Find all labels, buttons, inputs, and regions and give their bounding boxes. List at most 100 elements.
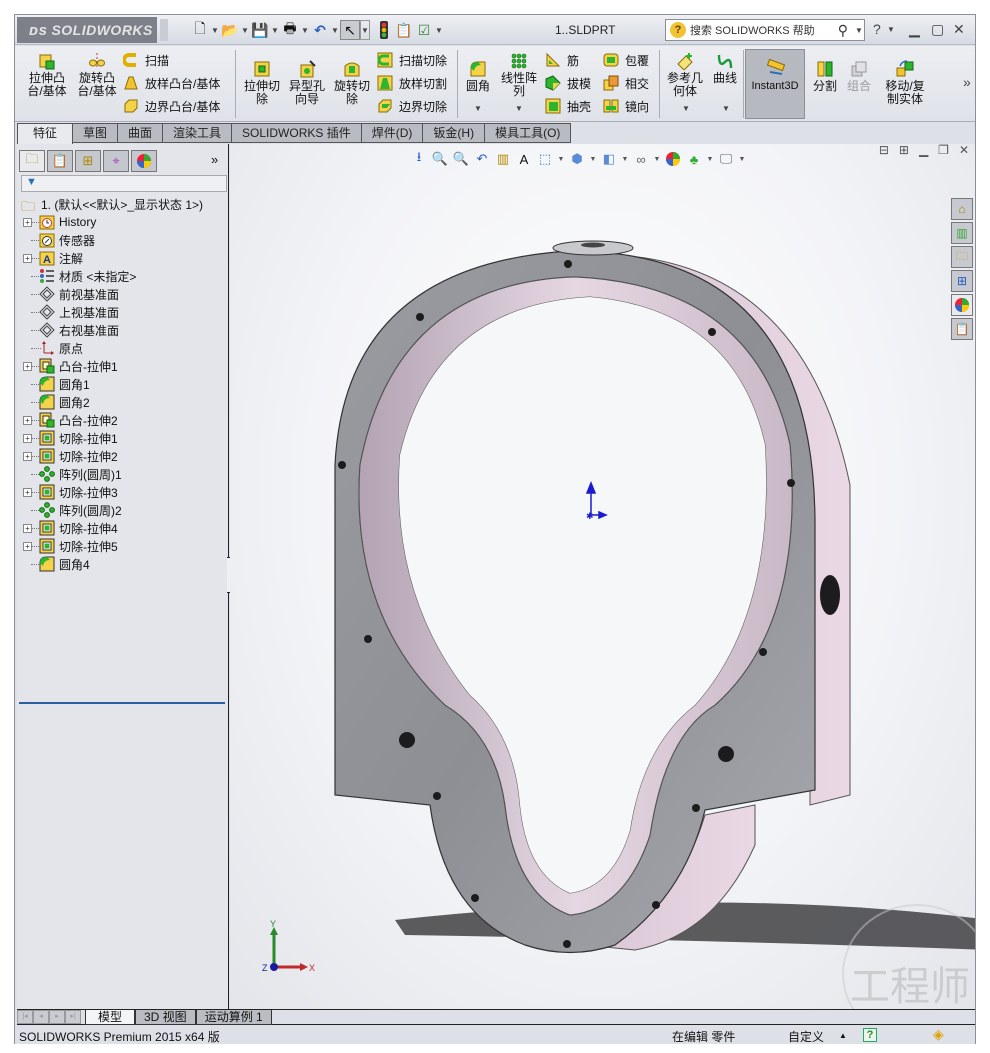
help-dropdown-icon[interactable]: ▼ [887, 25, 895, 34]
propertymanager-tab[interactable]: 📋 [47, 150, 73, 172]
intersect-button[interactable]: 相交 [603, 73, 649, 93]
last-tab-icon[interactable]: ▸| [65, 1010, 81, 1024]
lofted-cut-button[interactable]: 放样切割 [377, 73, 447, 93]
bottom-tab-0[interactable]: 模型 [85, 1010, 135, 1025]
tab-5[interactable]: 焊件(D) [361, 123, 424, 143]
bottom-tab-1[interactable]: 3D 视图 [135, 1010, 196, 1025]
select-icon[interactable]: ↖ [340, 20, 360, 40]
dimxpert-tab[interactable]: ⌖ [103, 150, 129, 172]
tab-0[interactable]: 特征 [17, 123, 73, 144]
dropdown-icon[interactable]: ▼ [854, 26, 864, 35]
tree-root-part[interactable]: 🗀 1. (默认<<默认>_显示状态 1>) [17, 195, 229, 215]
fillet-dropdown-icon[interactable]: ▼ [474, 104, 482, 113]
bottom-tab-2[interactable]: 运动算例 1 [195, 1010, 272, 1025]
tree-item[interactable]: 圆角1 [17, 375, 229, 393]
tree-filter-bar[interactable]: ▼ [21, 175, 227, 192]
instant3d-button[interactable]: Instant3D [745, 49, 805, 119]
part-model[interactable]: ✱ [230, 144, 975, 1009]
tree-item[interactable]: + History [17, 213, 229, 231]
search-icon[interactable]: ⚲ [838, 22, 848, 39]
tree-item[interactable]: 圆角4 [17, 555, 229, 573]
tree-item[interactable]: 阵列(圆周)2 [17, 501, 229, 519]
boundary-boss-button[interactable]: 边界凸台/基体 [123, 96, 220, 116]
tree-item[interactable]: + 切除-拉伸4 [17, 519, 229, 537]
options-icon[interactable]: ☑ [414, 20, 434, 40]
display-manager-tab[interactable] [131, 150, 157, 172]
help-icon[interactable]: ? [873, 21, 881, 37]
dropdown-icon[interactable]: ▼ [210, 26, 220, 35]
dropdown-icon[interactable]: ▼ [270, 26, 280, 35]
help-search-input[interactable]: 搜索 SOLIDWORKS 帮助 [690, 22, 815, 38]
dropdown-icon[interactable]: ▼ [240, 26, 250, 35]
tree-item[interactable]: 上视基准面 [17, 303, 229, 321]
tab-6[interactable]: 钣金(H) [423, 123, 486, 143]
tree-item[interactable]: 材质 <未指定> [17, 267, 229, 285]
configurationmanager-tab[interactable]: ⊞ [75, 150, 101, 172]
tree-item[interactable]: + 切除-拉伸1 [17, 429, 229, 447]
solidworks-resources-tab[interactable]: ⌂ [951, 198, 973, 220]
tree-item[interactable]: + A 注解 [17, 249, 229, 267]
tree-item[interactable]: 圆角2 [17, 393, 229, 411]
sweep-button[interactable]: 扫描 [123, 50, 169, 70]
open-icon[interactable]: 📂 [220, 20, 240, 40]
tree-item[interactable]: + 切除-拉伸2 [17, 447, 229, 465]
rebuild-icon[interactable] [374, 20, 394, 40]
tree-item[interactable]: + 切除-拉伸3 [17, 483, 229, 501]
panel-more-icon[interactable]: » [211, 152, 218, 167]
unit-system[interactable]: 自定义 [788, 1028, 824, 1045]
design-library-tab[interactable]: ▥ [951, 222, 973, 244]
rollback-bar[interactable] [19, 702, 225, 704]
dropdown-icon[interactable]: ▼ [360, 20, 370, 40]
menu-expand-arrow[interactable] [160, 19, 168, 41]
rib-button[interactable]: 筋 [545, 50, 579, 70]
hole-wizard-button[interactable]: 异型孔 向导 [285, 60, 329, 106]
close-icon[interactable]: ✕ [953, 21, 965, 38]
file-properties-icon[interactable]: 📋 [394, 20, 414, 40]
reference-geometry-dropdown-icon[interactable]: ▼ [682, 104, 690, 113]
save-icon[interactable]: 💾 [250, 20, 270, 40]
curves-dropdown-icon[interactable]: ▼ [722, 104, 730, 113]
linear-pattern-button[interactable]: 线性阵 列 [497, 52, 541, 98]
custom-properties-tab[interactable]: 📋 [951, 318, 973, 340]
extruded-boss-button[interactable]: 拉伸凸 台/基体 [25, 52, 69, 98]
boundary-cut-button[interactable]: 边界切除 [377, 96, 447, 116]
split-button[interactable]: 分割 [809, 60, 841, 93]
tab-7[interactable]: 模具工具(O) [485, 123, 572, 143]
quick-tips-icon[interactable]: ? [863, 1028, 877, 1042]
solidworks-logo[interactable]: ᴅs SOLIDWORKS [17, 17, 157, 43]
dropdown-icon[interactable]: ▼ [300, 26, 310, 35]
tab-4[interactable]: SOLIDWORKS 插件 [232, 123, 362, 143]
tag-icon[interactable]: ◈ [933, 1026, 944, 1043]
curves-button[interactable]: 曲线 [707, 52, 743, 85]
tree-item[interactable]: + 凸台-拉伸1 [17, 357, 229, 375]
extruded-cut-button[interactable]: 拉伸切 除 [240, 60, 284, 106]
move-copy-body-button[interactable]: 移动/复 制实体 [881, 60, 929, 106]
wrap-button[interactable]: 包覆 [603, 50, 649, 70]
tab-1[interactable]: 草图 [73, 123, 119, 143]
file-explorer-tab[interactable]: 🗀 [951, 246, 973, 268]
revolved-boss-button[interactable]: 旋转凸 台/基体 [75, 52, 119, 98]
new-document-icon[interactable]: 🗋 [190, 20, 210, 40]
mirror-button[interactable]: 镜向 [603, 96, 649, 116]
tree-item[interactable]: 阵列(圆周)1 [17, 465, 229, 483]
draft-button[interactable]: 拔模 [545, 73, 591, 93]
tree-item[interactable]: + 切除-拉伸5 [17, 537, 229, 555]
dropdown-icon[interactable]: ▼ [330, 26, 340, 35]
view-palette-tab[interactable]: ⊞ [951, 270, 973, 292]
shell-button[interactable]: 抽壳 [545, 96, 591, 116]
tree-item[interactable]: + 凸台-拉伸2 [17, 411, 229, 429]
appearances-tab[interactable] [951, 294, 973, 316]
first-tab-icon[interactable]: |◂ [17, 1010, 33, 1024]
tree-item[interactable]: 传感器 [17, 231, 229, 249]
featuremanager-tab[interactable]: 🗀 [19, 150, 45, 172]
tab-3[interactable]: 渲染工具 [163, 123, 233, 143]
tree-item[interactable]: 右视基准面 [17, 321, 229, 339]
swept-cut-button[interactable]: 扫描切除 [377, 50, 447, 70]
unit-system-arrow[interactable]: ▲ [839, 1031, 847, 1040]
print-icon[interactable]: 🖶 [280, 20, 300, 40]
prev-tab-icon[interactable]: ◂ [33, 1010, 49, 1024]
help-search-box[interactable]: ? 搜索 SOLIDWORKS 帮助 ⚲ ▼ [665, 19, 865, 41]
tab-2[interactable]: 曲面 [118, 123, 164, 143]
graphics-area[interactable]: ⭳ 🔍 🔍 ↶ ▥ A ⬚ ▼ ⬢ ▼ ◧ ▼ ∞ ▼ ♣ ▼ 🖵 ▼ ⊟ ⊞ ▁ ❐ ✕ [230, 144, 975, 1009]
undo-icon[interactable]: ↶ [310, 20, 330, 40]
